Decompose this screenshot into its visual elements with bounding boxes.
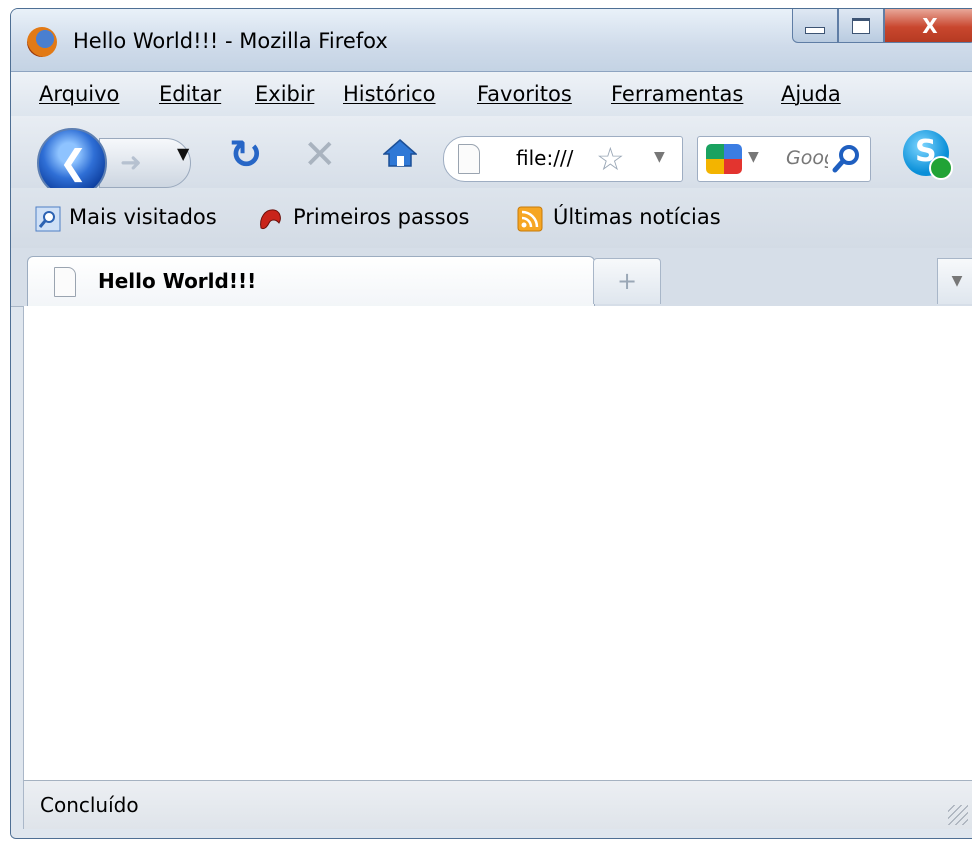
navigation-toolbar: ➜ ❮ ▼ ↻ ✕ file:/// ☆ ▼ ▼ Google xyxy=(11,116,972,198)
reload-icon[interactable]: ↻ xyxy=(229,132,263,178)
bookmark-ultimas-noticias[interactable]: Últimas notícias xyxy=(553,205,721,229)
menu-arquivo[interactable]: Arquivo xyxy=(39,82,119,106)
title-bar[interactable]: Hello World!!! - Mozilla Firefox X xyxy=(11,9,972,71)
plus-icon: + xyxy=(616,267,638,295)
firefox-red-icon xyxy=(260,209,281,230)
maximize-icon xyxy=(852,17,870,34)
tab-hello-world[interactable]: Hello World!!! xyxy=(27,256,595,308)
skype-icon[interactable]: S xyxy=(903,130,953,180)
maximize-button[interactable] xyxy=(838,9,884,43)
menu-historico[interactable]: Histórico xyxy=(343,82,436,106)
page-icon xyxy=(458,144,480,174)
tab-list-button[interactable]: ▼ xyxy=(937,258,972,304)
search-icon[interactable] xyxy=(832,143,862,175)
url-input[interactable]: file:/// xyxy=(516,146,586,170)
page-content xyxy=(23,306,972,780)
tab-label: Hello World!!! xyxy=(98,269,257,293)
bookmark-mais-visitados[interactable]: Mais visitados xyxy=(69,205,217,229)
back-arrow-icon: ❮ xyxy=(59,143,88,183)
tab-strip: Hello World!!! + ▼ xyxy=(11,248,972,308)
page-icon xyxy=(54,267,76,297)
home-icon[interactable] xyxy=(383,138,417,168)
search-bar[interactable]: ▼ Google xyxy=(697,136,871,182)
status-bar: Concluído xyxy=(23,780,972,829)
forward-arrow-icon: ➜ xyxy=(120,148,142,178)
resize-grip-icon[interactable] xyxy=(948,805,968,825)
menu-ferramentas[interactable]: Ferramentas xyxy=(611,82,743,106)
window-controls: X xyxy=(792,9,972,43)
engine-dropdown-icon[interactable]: ▼ xyxy=(748,149,759,165)
minimize-icon xyxy=(805,27,825,34)
close-icon: X xyxy=(922,13,938,38)
menu-favoritos[interactable]: Favoritos xyxy=(477,82,572,106)
menu-bar: Arquivo Editar Exibir Histórico Favorito… xyxy=(11,72,972,116)
browser-chrome: Arquivo Editar Exibir Histórico Favorito… xyxy=(11,71,972,838)
bookmark-primeiros-passos[interactable]: Primeiros passos xyxy=(293,205,469,229)
skype-status-icon xyxy=(929,156,953,180)
google-engine-icon[interactable] xyxy=(706,144,742,174)
firefox-window: Hello World!!! - Mozilla Firefox X Arqui… xyxy=(10,8,972,839)
window-title: Hello World!!! - Mozilla Firefox xyxy=(73,29,388,53)
stop-icon[interactable]: ✕ xyxy=(303,132,337,178)
bookmark-star-icon[interactable]: ☆ xyxy=(596,140,625,178)
firefox-logo-icon xyxy=(27,27,57,57)
history-dropdown-icon[interactable]: ▼ xyxy=(177,144,189,163)
minimize-button[interactable] xyxy=(792,9,838,43)
close-button[interactable]: X xyxy=(884,9,972,43)
new-tab-button[interactable]: + xyxy=(593,258,661,304)
bookmarks-toolbar: Mais visitados Primeiros passos Últimas … xyxy=(11,188,972,248)
menu-ajuda[interactable]: Ajuda xyxy=(781,82,841,106)
menu-exibir[interactable]: Exibir xyxy=(255,82,314,106)
magnifier-bookmark-icon xyxy=(35,206,61,232)
menu-editar[interactable]: Editar xyxy=(159,82,221,106)
search-input[interactable]: Google xyxy=(786,147,828,169)
rss-feed-icon xyxy=(517,206,543,232)
url-dropdown-icon[interactable]: ▼ xyxy=(654,149,665,165)
url-bar[interactable]: file:/// ☆ ▼ xyxy=(443,136,683,182)
status-text: Concluído xyxy=(40,793,139,817)
chevron-down-icon: ▼ xyxy=(951,273,963,289)
